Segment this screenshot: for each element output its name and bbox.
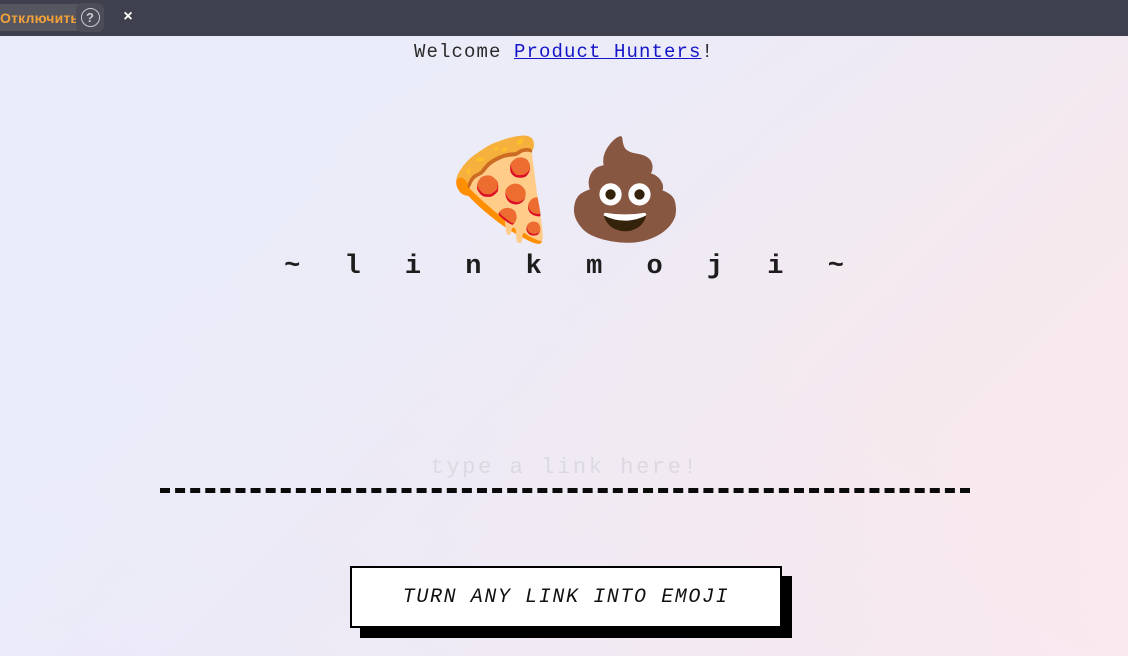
turn-link-into-emoji-button[interactable]: TURN ANY LINK INTO EMOJI: [350, 566, 782, 628]
poo-icon: 💩: [564, 133, 689, 247]
page-body: Welcome Product Hunters! 🍕💩 ~ l i n k m …: [0, 36, 1128, 656]
close-icon[interactable]: ×: [117, 4, 139, 30]
extension-topbar: Отключить ? ×: [0, 0, 1128, 36]
link-input[interactable]: [160, 449, 970, 493]
welcome-suffix: !: [701, 41, 715, 63]
cta-container: TURN ANY LINK INTO EMOJI: [350, 566, 792, 638]
page-title: ~ l i n k m o j i ~: [284, 252, 858, 282]
link-input-container: [160, 449, 970, 493]
welcome-prefix: Welcome: [413, 41, 514, 63]
hero-emoji-row: 🍕💩: [0, 138, 1128, 248]
product-hunters-link[interactable]: Product Hunters: [514, 41, 702, 63]
page-content: Welcome Product Hunters! 🍕💩 ~ l i n k m …: [0, 38, 1128, 282]
question-mark-icon: ?: [80, 8, 100, 27]
help-button[interactable]: ?: [76, 3, 104, 32]
pizza-icon: 🍕: [439, 133, 564, 247]
welcome-banner: Welcome Product Hunters!: [0, 38, 1128, 66]
